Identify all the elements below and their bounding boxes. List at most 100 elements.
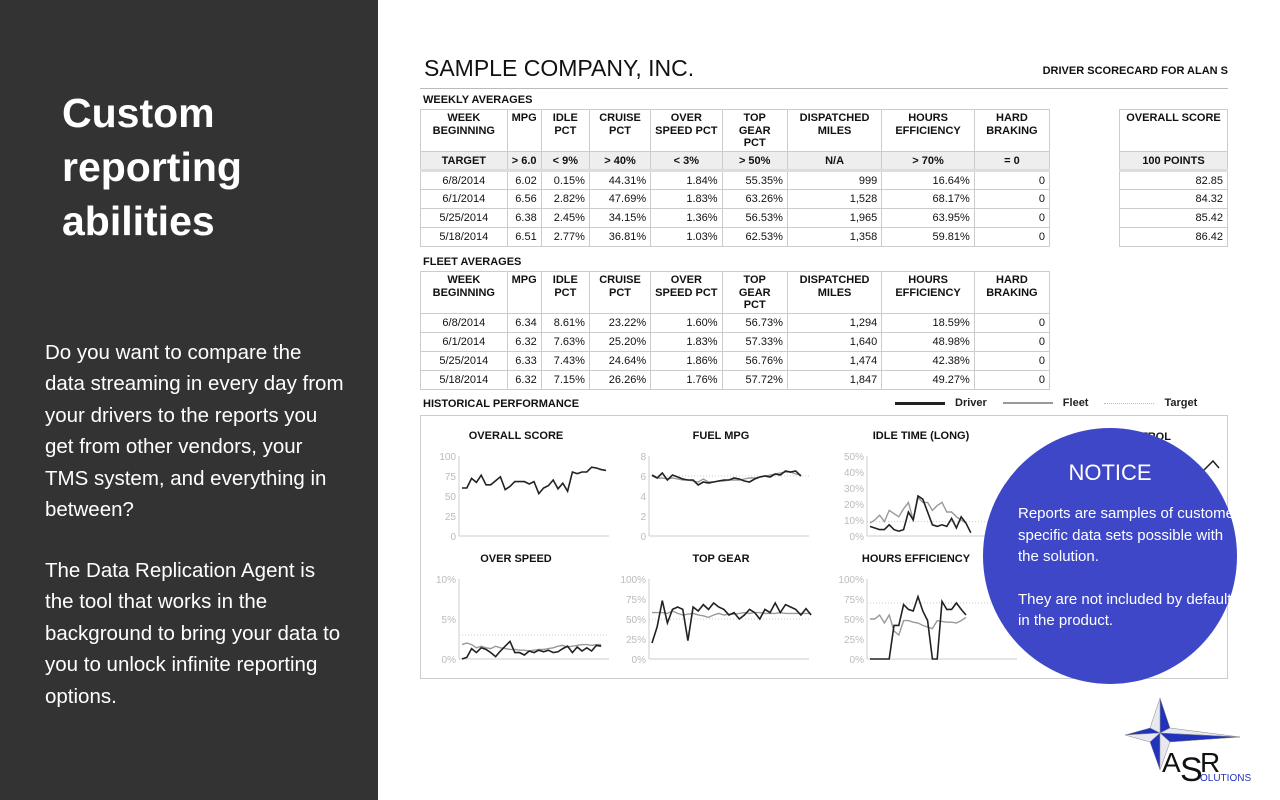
target-legend-swatch: [1104, 402, 1155, 404]
column-header: TOP GEAR PCT: [721, 109, 788, 152]
table-cell: 56.73%: [721, 313, 788, 333]
table-cell: 6.51: [506, 227, 542, 247]
header-row: WEEK BEGINNING MPG IDLE PCT CRUISE PCT OVER …: [420, 271, 1051, 314]
table-cell: 1.60%: [650, 313, 723, 333]
table-cell: 5/18/2014: [420, 370, 508, 390]
table-row: 82.85: [1119, 170, 1228, 190]
driver-series-line: [869, 494, 972, 534]
table-cell: 0: [973, 189, 1051, 209]
y-tick-label: 40%: [844, 468, 864, 479]
table-cell: 1.83%: [650, 332, 723, 352]
column-header: CRUISE PCT: [588, 271, 652, 314]
company-name: SAMPLE COMPANY, INC.: [424, 55, 695, 81]
fleet-legend-swatch: [1002, 402, 1053, 404]
y-tick-label: 25%: [844, 635, 864, 646]
table-cell: 5/25/2014: [420, 351, 508, 371]
table-cell: 25.20%: [588, 332, 652, 352]
column-header: HOURS EFFICIENCY: [881, 109, 975, 152]
table-row: 5/25/2014 6.33 7.43% 24.64% 1.86% 56.76% 1,474…: [420, 351, 1051, 371]
weekly-averages-table: WEEK BEGINNING MPG IDLE PCT CRUISE PCT OVER …: [420, 109, 1051, 247]
table-cell: 0: [973, 313, 1051, 333]
y-tick-label: 100: [439, 452, 456, 463]
svg-text:A: A: [1162, 747, 1181, 778]
table-cell: 2.82%: [540, 189, 590, 209]
table-row: 84.32: [1119, 189, 1228, 209]
y-tick-label: 25: [445, 512, 457, 523]
table-cell: 1,294: [786, 313, 883, 333]
fleet-averages-table: WEEK BEGINNING MPG IDLE PCT CRUISE PCT OVER …: [420, 271, 1051, 390]
table-cell: 6/8/2014: [420, 313, 508, 333]
table-cell: 18.59%: [881, 313, 975, 333]
table-cell: 7.15%: [540, 370, 590, 390]
overall-score-table: OVERALL SCORE 100 POINTS 82.85 84.32 85.42 86…: [1119, 109, 1228, 247]
table-cell: 2.77%: [540, 227, 590, 247]
target-cell: = 0: [973, 151, 1051, 172]
table-row: 6/8/2014 6.02 0.15% 44.31% 1.84% 55.35% 999 16.…: [420, 170, 1051, 190]
y-tick-label: 25%: [626, 635, 646, 646]
table-cell: 6/1/2014: [420, 189, 508, 209]
left-panel: Custom reporting abilities Do you want t…: [0, 0, 378, 800]
table-cell: 1,528: [786, 189, 883, 209]
notice-title: NOTICE: [1068, 460, 1152, 485]
notice-text: They are not included by default in the …: [1018, 590, 1232, 630]
column-header: HARD BRAKING: [973, 271, 1051, 314]
y-tick-label: 100%: [838, 575, 864, 586]
notice-badge: NOTICE Reports are samples of customer s…: [983, 428, 1239, 684]
y-tick-label: 2: [640, 512, 646, 523]
y-tick-label: 0%: [850, 532, 865, 543]
table-cell: 56.53%: [721, 208, 788, 228]
y-tick-label: 20%: [844, 500, 864, 511]
table-cell: 6.32: [506, 370, 542, 390]
y-tick-label: 75%: [844, 595, 864, 606]
y-tick-label: 0%: [442, 655, 457, 666]
table-cell: 7.43%: [540, 351, 590, 371]
driver-series-line: [462, 466, 607, 496]
chart-title: IDLE TIME (LONG): [872, 430, 970, 442]
overall-score-cell: 82.85: [1119, 170, 1228, 190]
table-row: 6/1/2014 6.32 7.63% 25.20% 1.83% 57.33% 1,640 4…: [420, 332, 1051, 352]
asr-solutions-logo: A S R OLUTIONS: [1124, 697, 1251, 785]
fleet-averages-title: FLEET AVERAGES: [423, 256, 522, 268]
table-cell: 59.81%: [881, 227, 975, 247]
header-row: OVERALL SCORE: [1119, 109, 1228, 152]
y-tick-label: 30%: [844, 484, 864, 495]
target-cell: TARGET: [420, 151, 508, 172]
target-cell: > 70%: [881, 151, 975, 172]
table-cell: 23.22%: [588, 313, 652, 333]
column-header: DISPATCHED MILES: [786, 271, 883, 314]
y-tick-label: 50%: [844, 615, 864, 626]
chart-title: HOURS EFFICIENCY: [861, 553, 971, 565]
table-cell: 1.83%: [650, 189, 723, 209]
driver-legend-swatch: [895, 401, 945, 405]
table-cell: 34.15%: [588, 208, 652, 228]
column-header: WEEK BEGINNING: [420, 271, 508, 314]
target-row: 100 POINTS: [1119, 151, 1228, 172]
target-cell: N/A: [786, 151, 883, 172]
y-tick-label: 75%: [626, 595, 646, 606]
table-cell: 63.95%: [881, 208, 975, 228]
y-tick-label: 5%: [442, 615, 457, 626]
column-header: OVER SPEED PCT: [650, 271, 723, 314]
table-cell: 0: [973, 227, 1051, 247]
slide-heading: Custom reporting abilities: [62, 90, 242, 244]
column-header: OVER SPEED PCT: [650, 109, 723, 152]
scorecard-label: DRIVER SCORECARD FOR ALAN S: [1042, 65, 1228, 77]
column-header: HOURS EFFICIENCY: [881, 271, 975, 314]
y-tick-label: 0%: [850, 655, 865, 666]
y-tick-label: 6: [640, 472, 646, 483]
overall-score-cell: 85.42: [1119, 208, 1228, 228]
table-cell: 1,965: [786, 208, 883, 228]
table-cell: 5/25/2014: [420, 208, 508, 228]
column-header: IDLE PCT: [540, 109, 590, 152]
target-cell: < 9%: [540, 151, 590, 172]
column-header: CRUISE PCT: [588, 109, 652, 152]
y-tick-label: 8: [640, 452, 646, 463]
table-cell: 48.98%: [881, 332, 975, 352]
table-cell: 6/1/2014: [420, 332, 508, 352]
table-cell: 62.53%: [721, 227, 788, 247]
table-cell: 1.84%: [650, 170, 723, 190]
column-header: WEEK BEGINNING: [420, 109, 508, 152]
y-tick-label: 4: [640, 492, 646, 503]
chart-title: OVER SPEED: [480, 553, 552, 565]
table-row: 5/25/2014 6.38 2.45% 34.15% 1.36% 56.53% 1,965…: [420, 208, 1051, 228]
